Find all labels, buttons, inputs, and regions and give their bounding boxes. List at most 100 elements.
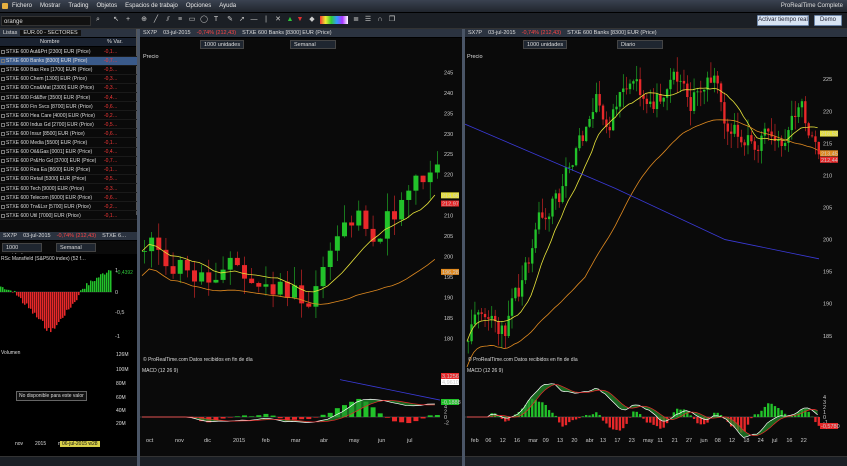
color-palette-icon[interactable]: [320, 16, 348, 24]
arrow-icon[interactable]: ➚: [238, 16, 246, 24]
list-item[interactable]: STXE 600 Rea Ea [8600] EUR (Price) -0,1…: [0, 166, 137, 175]
pencil-icon[interactable]: ✎: [226, 16, 234, 24]
weekly-period-select[interactable]: Semanal: [290, 40, 336, 49]
list-item-checkbox-icon[interactable]: [1, 113, 5, 118]
list-item-checkbox-icon[interactable]: [1, 186, 5, 191]
list-item-checkbox-icon[interactable]: [1, 204, 5, 209]
menu-options[interactable]: Opciones: [182, 3, 215, 9]
list-item[interactable]: STXE 600 Bas Res [1700] EUR (Price) -0,5…: [0, 66, 137, 75]
list-item[interactable]: STXE 600 Hea Care [4000] EUR (Price) -0,2…: [0, 112, 137, 121]
menu-show[interactable]: Mostrar: [36, 3, 64, 9]
list-item[interactable]: STXE 600 Trv&Lsr [5700] EUR (Price) -0,2…: [0, 203, 137, 212]
candle: [689, 97, 692, 111]
list-item-checkbox-icon[interactable]: [1, 195, 5, 200]
line-width-icon[interactable]: ☰: [364, 16, 372, 24]
rectangle-icon[interactable]: ▭: [188, 16, 196, 24]
fibonacci-icon[interactable]: ≡: [176, 16, 184, 24]
list-item-checkbox-icon[interactable]: [1, 59, 5, 64]
crosshair-icon[interactable]: +: [124, 16, 132, 24]
daily-chart-navbar[interactable]: [465, 456, 847, 466]
list-item[interactable]: STXE 600 Media [5500] EUR (Price) -0,1…: [0, 139, 137, 148]
list-item[interactable]: STXE 600 Retail [5300] EUR (Price) -0,5…: [0, 175, 137, 184]
list-item-checkbox-icon[interactable]: [1, 86, 5, 91]
buy-arrow-icon[interactable]: ▲: [286, 16, 294, 24]
list-item[interactable]: STXE 600 Fd&Bvr [3500] EUR (Price) -0,4…: [0, 94, 137, 102]
candle: [413, 175, 419, 191]
candle: [399, 199, 405, 220]
list-item[interactable]: STXE 600 Tech [9000] EUR (Price) -0,3…: [0, 185, 137, 193]
list-item-checkbox-icon[interactable]: [1, 150, 5, 155]
list-item-checkbox-icon[interactable]: [1, 168, 5, 173]
candle: [679, 80, 682, 82]
ellipse-icon[interactable]: ◯: [200, 16, 208, 24]
column-name[interactable]: Nombre: [0, 39, 63, 45]
draw-line-icon[interactable]: ╱: [152, 16, 160, 24]
list-item-checkbox-icon[interactable]: [1, 77, 5, 82]
list-selector[interactable]: EUR.00 - SECTORES: [20, 30, 81, 36]
weekly-chart-svg[interactable]: 2452402352302252202152102052001951901851…: [140, 50, 462, 466]
list-item[interactable]: STXE 600 Fin Svcs [8700] EUR (Price) -0,6…: [0, 103, 137, 112]
weekly-ticker: SX7P: [143, 30, 158, 36]
macd-histogram-bar: [817, 417, 820, 426]
candle: [544, 217, 547, 220]
candle: [170, 266, 176, 274]
magnet-icon[interactable]: ∩: [376, 16, 384, 24]
vertical-line-icon[interactable]: |: [262, 16, 270, 24]
list-item[interactable]: STXE 600 Indus Gd [2700] EUR (Price) -0,5…: [0, 121, 137, 130]
list-item[interactable]: STXE 600 Aut&Prt [2300] EUR (Price) -0,1…: [0, 48, 137, 57]
list-item-checkbox-icon[interactable]: [1, 131, 5, 136]
list-item[interactable]: STXE 600 Banks [8300] EUR (Price) -0,7…: [0, 57, 137, 66]
candle: [743, 142, 746, 146]
horizontal-line-icon[interactable]: —: [250, 16, 258, 24]
list-item-checkbox-icon[interactable]: [1, 104, 5, 109]
small-units-select[interactable]: 1000 unidades: [2, 243, 42, 259]
list-item[interactable]: STXE 600 Chem [1300] EUR (Price) -0,3…: [0, 75, 137, 84]
volume-label: Volumen: [1, 350, 21, 356]
list-item-checkbox-icon[interactable]: [1, 213, 5, 218]
cursor-icon[interactable]: ↖: [112, 16, 120, 24]
menu-objects[interactable]: Objetos: [92, 3, 121, 9]
layers-icon[interactable]: ❒: [388, 16, 396, 24]
sell-arrow-icon[interactable]: ▼: [296, 16, 304, 24]
list-item-name: STXE 600 Telecom [6000] EUR (Price): [6, 194, 93, 201]
menu-file[interactable]: Fichero: [8, 3, 36, 9]
list-item-checkbox-icon[interactable]: [1, 50, 5, 54]
macd-histogram-bar: [611, 417, 615, 430]
weekly-units-select[interactable]: 1000 unidades: [200, 40, 244, 49]
menu-trading[interactable]: Trading: [64, 3, 92, 9]
daily-chart-svg[interactable]: 225220215210205200195190185216,53213,452…: [465, 50, 847, 466]
line-style-icon[interactable]: ≣: [352, 16, 360, 24]
activate-realtime-button[interactable]: Activar tiempo real: [757, 15, 809, 26]
daily-units-select[interactable]: 1000 unidades: [523, 40, 567, 49]
menu-help[interactable]: Ayuda: [215, 3, 240, 9]
list-item-checkbox-icon[interactable]: [1, 68, 5, 73]
channel-icon[interactable]: ⫽: [164, 16, 172, 24]
x-tick-label: jul: [406, 438, 413, 444]
small-chart-navbar[interactable]: [0, 456, 137, 466]
demo-button[interactable]: Demo: [814, 15, 842, 26]
list-item[interactable]: STXE 600 Pr&Ho Gd [3700] EUR (Price) -0,7…: [0, 157, 137, 166]
list-item[interactable]: STXE 600 Insur [8500] EUR (Price) -0,6…: [0, 130, 137, 139]
list-item[interactable]: STXE 600 Oil&Gas [0001] EUR (Price) -0,4…: [0, 148, 137, 157]
alert-icon[interactable]: ◆: [308, 16, 316, 24]
list-item[interactable]: STXE 600 Telecom [6000] EUR (Price) -0,6…: [0, 194, 137, 203]
list-item-checkbox-icon[interactable]: [1, 95, 5, 100]
menu-workspaces[interactable]: Espacios de trabajo: [121, 3, 182, 9]
small-period-select[interactable]: Semanal: [56, 243, 96, 252]
column-change[interactable]: % Var.: [104, 39, 126, 45]
text-tool-icon[interactable]: T: [212, 16, 220, 24]
weekly-chart-navbar[interactable]: [140, 456, 462, 466]
list-item-checkbox-icon[interactable]: [1, 159, 5, 164]
search-input[interactable]: orange: [1, 16, 91, 26]
candle: [810, 135, 814, 137]
list-item[interactable]: STXE 600 Cns&Mat [2300] EUR (Price) -0,3…: [0, 84, 137, 93]
list-item-change: -0,5…: [104, 176, 118, 183]
zoom-icon[interactable]: ⊕: [140, 16, 148, 24]
list-item-checkbox-icon[interactable]: [1, 177, 5, 182]
delete-icon[interactable]: ✕: [274, 16, 282, 24]
search-icon[interactable]: ⌕: [94, 16, 102, 24]
list-item-checkbox-icon[interactable]: [1, 141, 5, 145]
list-item-checkbox-icon[interactable]: [1, 122, 5, 127]
list-item[interactable]: STXE 600 Util [7000] EUR (Price) -0,1…: [0, 212, 137, 221]
daily-period-select[interactable]: Diario: [617, 40, 663, 49]
